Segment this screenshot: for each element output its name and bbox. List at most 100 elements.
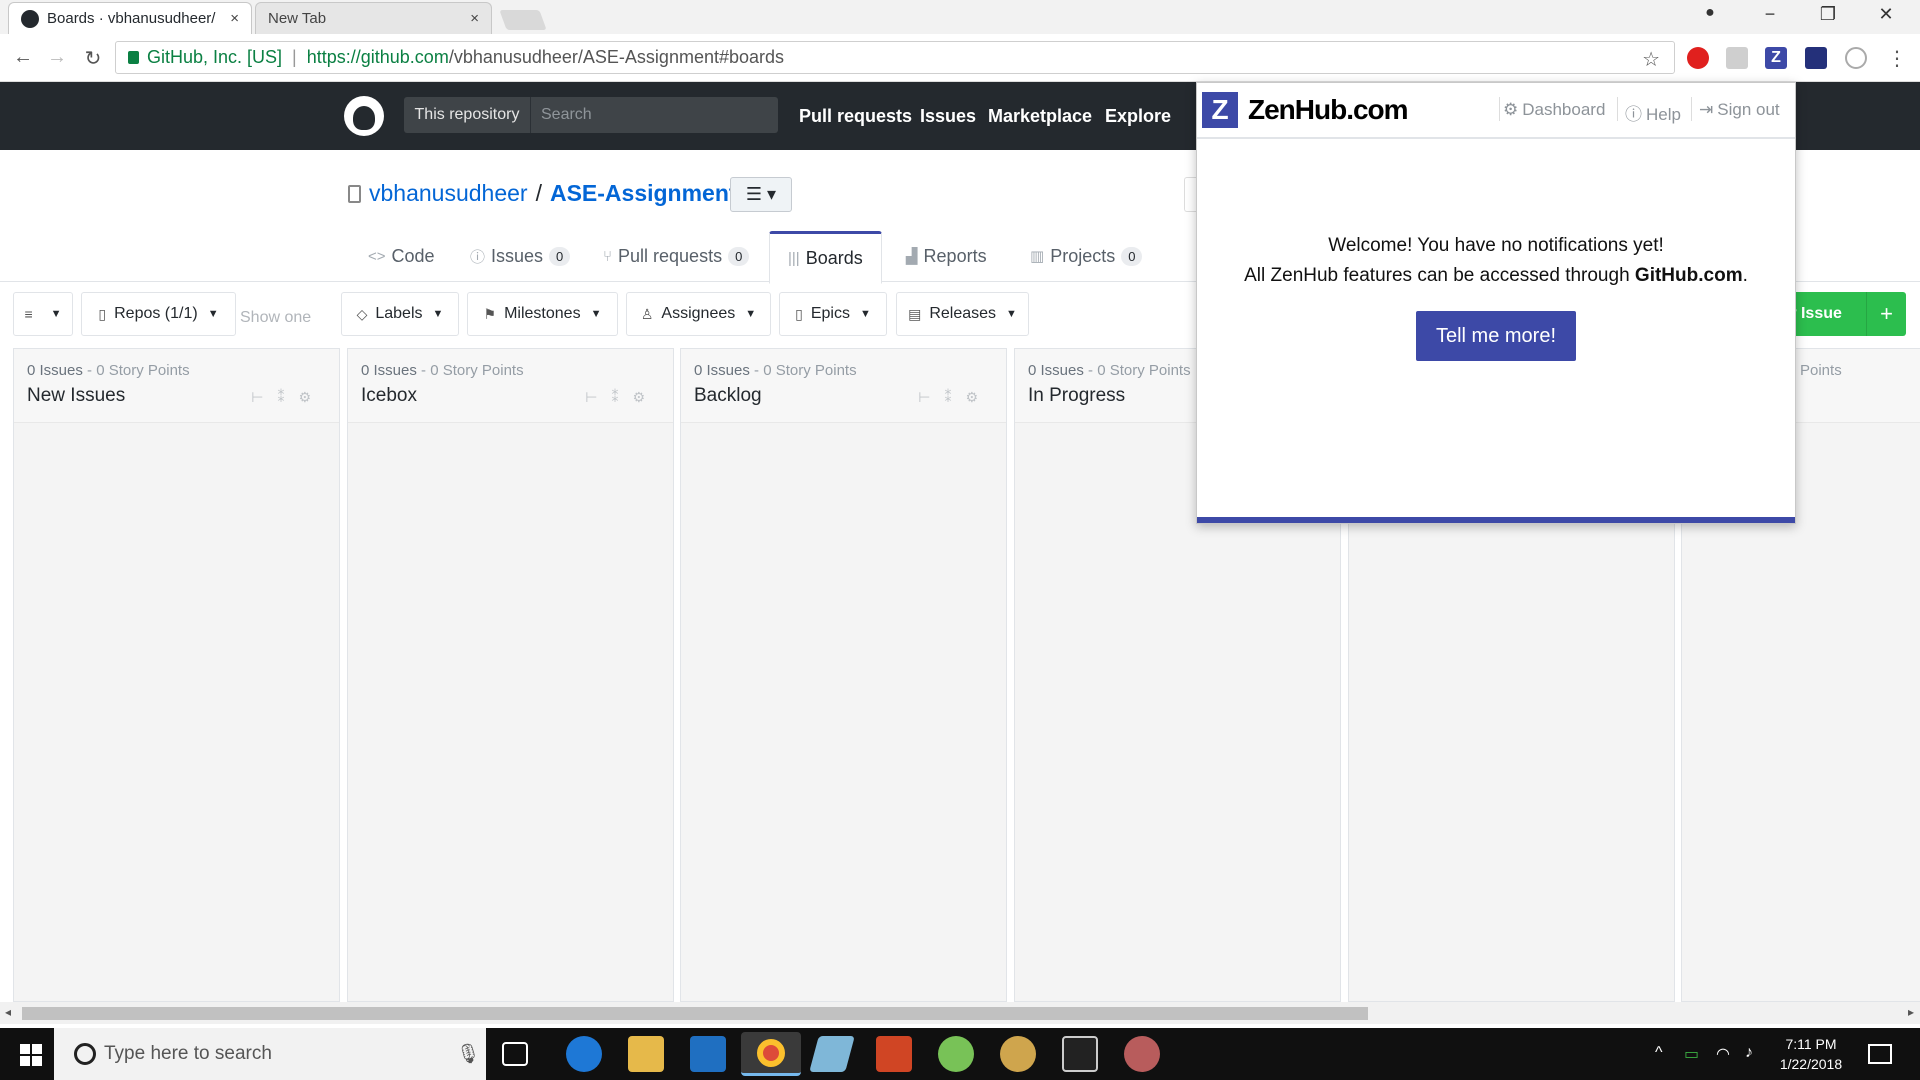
tab-issues[interactable]: ⓘ Issues 0 xyxy=(470,230,571,282)
chevron-down-icon: ▼ xyxy=(1006,308,1017,320)
back-arrow-icon[interactable]: ← xyxy=(10,46,36,69)
restore-button[interactable]: ❐ xyxy=(1808,4,1848,25)
dashboard-link[interactable]: ⚙ Dashboard xyxy=(1503,100,1605,120)
nav-explore[interactable]: Explore xyxy=(1105,106,1171,127)
nav-issues[interactable]: Issues xyxy=(920,106,976,127)
sliders-icon: ≡ xyxy=(24,306,33,322)
story-points: - 0 Story Points xyxy=(87,362,190,379)
extension-icon[interactable] xyxy=(1726,47,1748,69)
chevron-down-icon: ▼ xyxy=(745,308,757,320)
pipeline-tools[interactable]: ⊢⁑⚙ xyxy=(918,389,992,406)
paint-icon[interactable] xyxy=(1000,1036,1036,1072)
browser-tab-boards[interactable]: Boards · vbhanusudheer/ × xyxy=(8,2,252,34)
search-scope-label: This repository xyxy=(404,97,530,133)
new-tab-button[interactable] xyxy=(499,10,547,30)
labels-filter-button[interactable]: ◇ Labels ▼ xyxy=(341,292,459,336)
taskbar-search-box[interactable]: Type here to search 🎙 xyxy=(54,1028,486,1080)
epics-filter-button[interactable]: ▯ Epics ▼ xyxy=(779,292,887,336)
access-suffix: . xyxy=(1742,265,1748,286)
pull-requests-count: 0 xyxy=(728,246,750,266)
issue-count: 0 Issues xyxy=(694,362,750,379)
system-clock[interactable]: 7:11 PM 1/22/2018 xyxy=(1768,1034,1854,1074)
zenhub-extension-icon[interactable]: Z xyxy=(1765,47,1787,69)
repo-menu-button[interactable]: ☰ ▾ xyxy=(730,177,792,212)
nav-marketplace[interactable]: Marketplace xyxy=(988,106,1092,127)
tab-pull-requests[interactable]: ⑂ Pull requests 0 xyxy=(603,230,750,282)
extension-icon[interactable] xyxy=(1805,47,1827,69)
tab-projects[interactable]: ▥ Projects 0 xyxy=(1030,230,1143,282)
browser-toolbar: ← → ↻ GitHub, Inc. [US] | https://github… xyxy=(0,34,1920,82)
scrollbar-thumb[interactable] xyxy=(22,1007,1368,1020)
file-explorer-icon[interactable] xyxy=(628,1036,664,1072)
volume-icon[interactable]: ♪ xyxy=(1745,1044,1753,1062)
tab-boards[interactable]: ||| Boards xyxy=(769,231,882,284)
store-icon[interactable] xyxy=(690,1036,726,1072)
clock-date: 1/22/2018 xyxy=(1779,1056,1843,1072)
sign-out-link[interactable]: ⇥ Sign out xyxy=(1699,100,1780,120)
action-center-icon[interactable] xyxy=(1868,1044,1892,1064)
snipping-tool-icon[interactable] xyxy=(1124,1036,1160,1072)
browser-menu-icon[interactable]: ⋮ xyxy=(1884,46,1910,71)
sign-out-label: Sign out xyxy=(1717,100,1780,119)
show-hidden-icons-chevron-icon[interactable]: ^ xyxy=(1655,1044,1663,1062)
close-tab-icon[interactable]: × xyxy=(230,10,239,27)
android-studio-icon[interactable] xyxy=(938,1036,974,1072)
battery-icon[interactable]: ▭ xyxy=(1684,1044,1699,1064)
help-label: Help xyxy=(1646,105,1681,124)
pipeline-tools[interactable]: ⊢⁑⚙ xyxy=(251,389,325,406)
bookmark-star-icon[interactable]: ☆ xyxy=(1642,47,1660,72)
github-logo-icon[interactable] xyxy=(344,96,384,136)
tab-reports[interactable]: ▟ Reports xyxy=(906,230,987,282)
add-pipeline-button[interactable]: + xyxy=(1866,292,1906,336)
story-points: - 0 Story Points xyxy=(1088,362,1191,379)
scroll-left-arrow-icon[interactable]: ◂ xyxy=(5,1005,11,1019)
task-view-icon[interactable] xyxy=(502,1042,528,1066)
microphone-icon[interactable]: 🎙 xyxy=(456,1042,480,1066)
releases-filter-button[interactable]: ▤ Releases ▼ xyxy=(896,292,1029,336)
close-window-button[interactable]: ✕ xyxy=(1866,4,1906,25)
assignees-filter-button[interactable]: ♙ Assignees ▼ xyxy=(626,292,771,336)
wifi-icon[interactable]: ◠ xyxy=(1716,1044,1730,1064)
notepad-app-icon[interactable] xyxy=(809,1036,855,1072)
minimize-button[interactable]: − xyxy=(1750,4,1790,25)
board-settings-button[interactable]: ≡ ▼ xyxy=(13,292,73,336)
lock-icon xyxy=(128,51,139,64)
tell-me-more-button[interactable]: Tell me more! xyxy=(1416,311,1576,361)
tab-code[interactable]: <> Code xyxy=(368,230,435,282)
github-link[interactable]: GitHub.com xyxy=(1635,265,1743,286)
powerpoint-icon[interactable] xyxy=(876,1036,912,1072)
code-icon: <> xyxy=(368,247,386,265)
horizontal-scrollbar[interactable]: ◂ ▸ xyxy=(0,1002,1920,1024)
milestone-icon: ⚑ xyxy=(483,305,497,322)
tab-label: Reports xyxy=(923,245,987,266)
edge-browser-icon[interactable] xyxy=(566,1036,602,1072)
windows-start-icon[interactable] xyxy=(20,1044,42,1066)
repo-owner-link[interactable]: vbhanusudheer xyxy=(369,180,528,207)
opera-extension-icon[interactable] xyxy=(1687,47,1709,69)
browser-tab-new-tab[interactable]: New Tab × xyxy=(255,2,492,34)
github-search-input[interactable]: Search xyxy=(530,97,778,133)
profile-icon[interactable]: ● xyxy=(1690,4,1730,22)
address-bar[interactable]: GitHub, Inc. [US] | https://github.com/v… xyxy=(115,41,1675,74)
clock-time: 7:11 PM xyxy=(1785,1036,1837,1052)
extension-icon[interactable] xyxy=(1845,47,1867,69)
repos-filter-button[interactable]: ▯ Repos (1/1) ▼ xyxy=(81,292,236,336)
zenhub-popup-header: Z ZenHub.com ⚙ Dashboard ⓘ Help ⇥ Sign out xyxy=(1197,83,1795,139)
milestones-filter-button[interactable]: ⚑ Milestones ▼ xyxy=(467,292,618,336)
reload-icon[interactable]: ↻ xyxy=(80,46,106,71)
chevron-down-icon: ▼ xyxy=(590,308,602,320)
pipeline-header: 0 Issues - 0 Story Points Backlog ⊢⁑⚙ xyxy=(681,349,1006,423)
close-tab-icon[interactable]: × xyxy=(470,10,479,27)
scroll-right-arrow-icon[interactable]: ▸ xyxy=(1908,1005,1914,1019)
security-label: GitHub, Inc. [US] xyxy=(147,47,283,67)
help-link[interactable]: ⓘ Help xyxy=(1625,100,1681,125)
terminal-icon[interactable] xyxy=(1062,1036,1098,1072)
show-one-toggle[interactable]: Show one xyxy=(240,309,311,327)
forward-arrow-icon[interactable]: → xyxy=(44,46,70,69)
cortana-icon xyxy=(74,1043,96,1065)
repo-name-link[interactable]: ASE-Assignment xyxy=(550,180,737,207)
chrome-taskbar-icon[interactable] xyxy=(741,1032,801,1076)
repo-title: vbhanusudheer / ASE-Assignment xyxy=(348,180,737,207)
pipeline-tools[interactable]: ⊢⁑⚙ xyxy=(585,389,659,406)
nav-pull-requests[interactable]: Pull requests xyxy=(799,106,912,127)
